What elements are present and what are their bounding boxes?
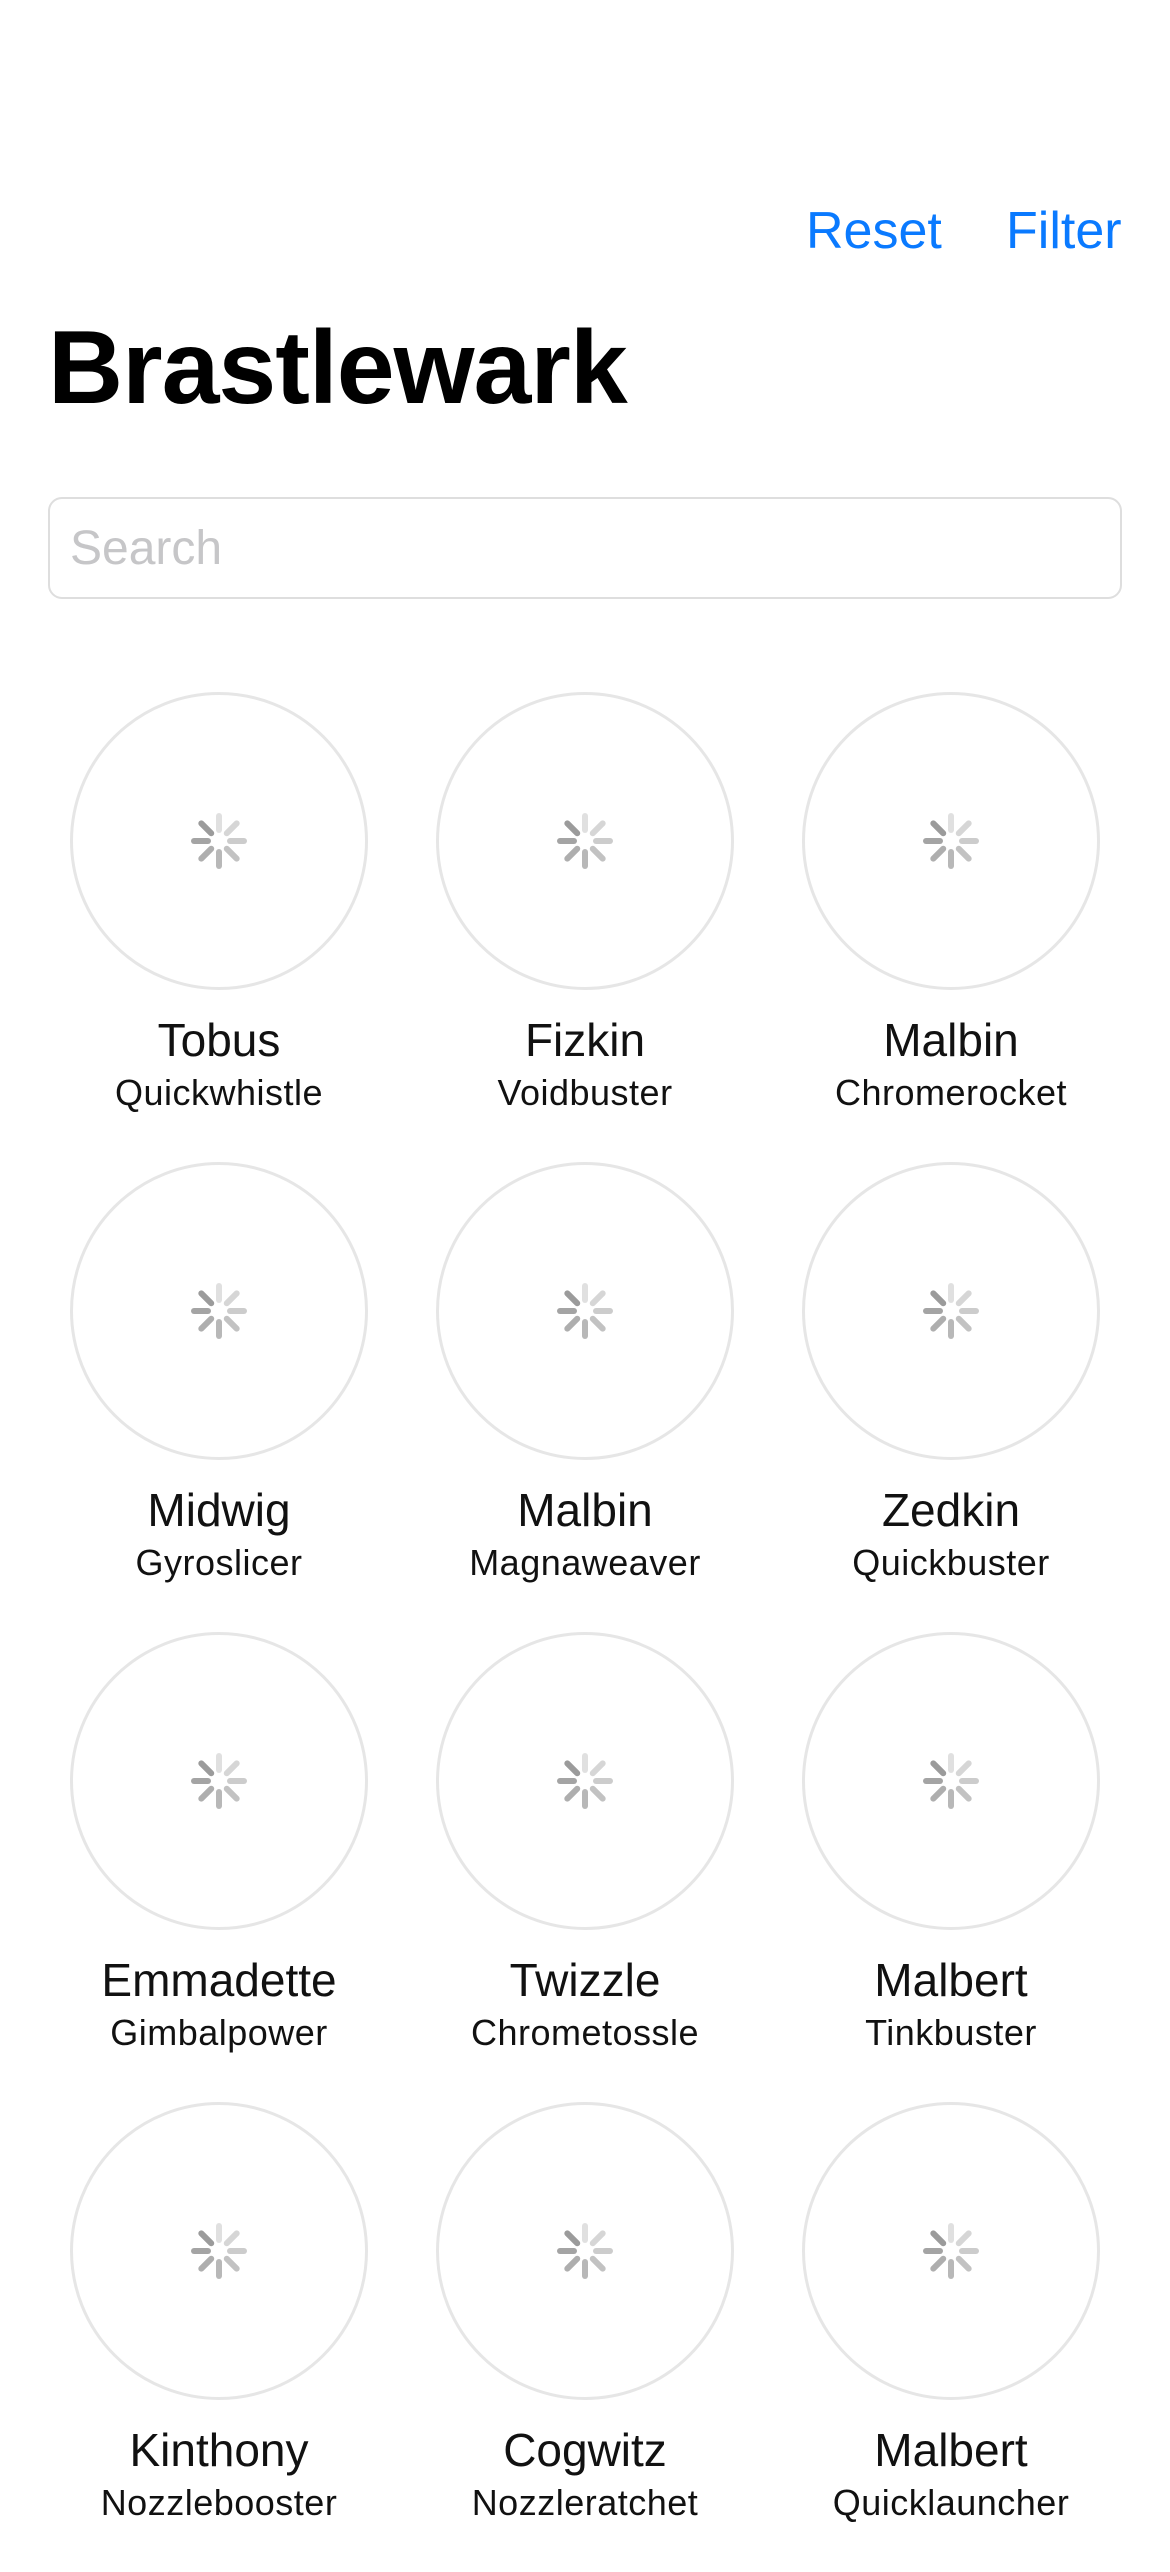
person-card[interactable]: Malbin Magnaweaver	[402, 1162, 768, 1632]
last-name: Magnaweaver	[469, 1542, 701, 1583]
avatar	[802, 692, 1100, 990]
first-name: Twizzle	[509, 1954, 661, 2006]
avatar	[70, 1632, 368, 1930]
last-name: Chromerocket	[834, 1072, 1068, 1113]
loading-spinner-icon	[191, 813, 247, 869]
avatar	[70, 1162, 368, 1460]
filter-button[interactable]: Filter	[1006, 196, 1122, 266]
loading-spinner-icon	[191, 2223, 247, 2279]
page-title: Brastlewark	[48, 310, 628, 426]
avatar	[436, 692, 734, 990]
avatar	[436, 2102, 734, 2400]
last-name: Quickwhistle	[114, 1072, 324, 1113]
last-name: Gyroslicer	[135, 1542, 303, 1583]
loading-spinner-icon	[557, 1753, 613, 1809]
avatar	[70, 2102, 368, 2400]
first-name: Tobus	[157, 1014, 281, 1066]
first-name: Midwig	[147, 1484, 291, 1536]
first-name: Zedkin	[881, 1484, 1021, 1536]
avatar	[802, 1162, 1100, 1460]
loading-spinner-icon	[191, 1753, 247, 1809]
loading-spinner-icon	[557, 813, 613, 869]
reset-button[interactable]: Reset	[806, 196, 942, 266]
person-card[interactable]: Zedkin Quickbuster	[768, 1162, 1134, 1632]
person-card[interactable]: Kinthony Nozzlebooster	[36, 2102, 402, 2572]
last-name: Nozzleratchet	[471, 2482, 699, 2523]
loading-spinner-icon	[923, 2223, 979, 2279]
last-name: Tinkbuster	[865, 2012, 1037, 2053]
person-card[interactable]: Emmadette Gimbalpower	[36, 1632, 402, 2102]
person-card[interactable]: Tobus Quickwhistle	[36, 692, 402, 1162]
loading-spinner-icon	[557, 2223, 613, 2279]
last-name: Chrometossle	[470, 2012, 700, 2053]
last-name: Gimbalpower	[110, 2012, 328, 2053]
first-name: Kinthony	[129, 2424, 309, 2476]
first-name: Malbert	[874, 2424, 1028, 2476]
loading-spinner-icon	[557, 1283, 613, 1339]
person-card[interactable]: Cogwitz Nozzleratchet	[402, 2102, 768, 2572]
first-name: Fizkin	[524, 1014, 646, 1066]
person-card[interactable]: Midwig Gyroslicer	[36, 1162, 402, 1632]
people-grid: Tobus Quickwhistle Fizkin Voidbuster Mal…	[0, 692, 1170, 2572]
loading-spinner-icon	[923, 1283, 979, 1339]
person-card[interactable]: Malbert Tinkbuster	[768, 1632, 1134, 2102]
avatar	[436, 1632, 734, 1930]
loading-spinner-icon	[191, 1283, 247, 1339]
person-card[interactable]: Fizkin Voidbuster	[402, 692, 768, 1162]
loading-spinner-icon	[923, 813, 979, 869]
person-card[interactable]: Twizzle Chrometossle	[402, 1632, 768, 2102]
avatar	[802, 2102, 1100, 2400]
last-name: Quickbuster	[852, 1542, 1050, 1583]
last-name: Nozzlebooster	[100, 2482, 338, 2523]
avatar	[436, 1162, 734, 1460]
first-name: Malbin	[517, 1484, 653, 1536]
person-card[interactable]: Malbert Quicklauncher	[768, 2102, 1134, 2572]
last-name: Quicklauncher	[832, 2482, 1070, 2523]
navigation-bar: Reset Filter	[0, 196, 1170, 266]
first-name: Malbert	[874, 1954, 1028, 2006]
person-card[interactable]: Malbin Chromerocket	[768, 692, 1134, 1162]
loading-spinner-icon	[923, 1753, 979, 1809]
first-name: Emmadette	[101, 1954, 337, 2006]
search-input[interactable]	[48, 497, 1122, 599]
first-name: Malbin	[883, 1014, 1019, 1066]
avatar	[70, 692, 368, 990]
avatar	[802, 1632, 1100, 1930]
first-name: Cogwitz	[503, 2424, 667, 2476]
last-name: Voidbuster	[497, 1072, 673, 1113]
